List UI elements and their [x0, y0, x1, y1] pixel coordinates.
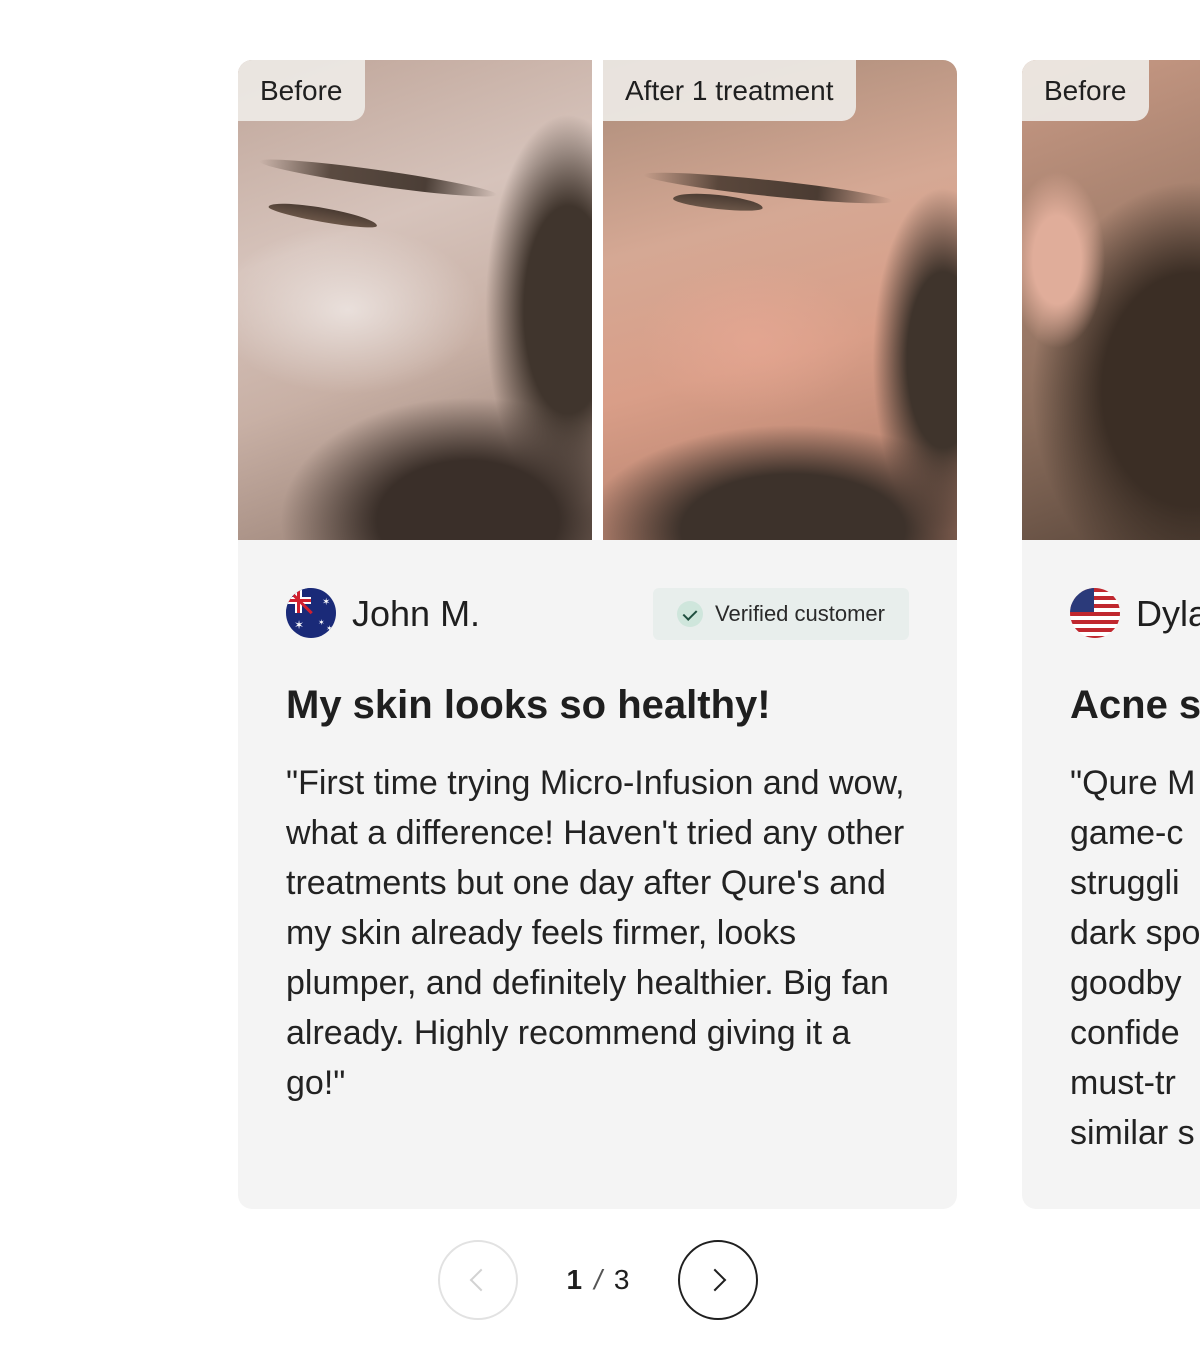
usa-flag-icon [1070, 588, 1120, 638]
review-card: Before After 1 treatment ✶ ✶ ✶ ✶ John M.… [238, 60, 957, 1209]
before-after-photos: Before After 1 treatment [238, 60, 957, 540]
check-icon [677, 601, 704, 627]
review-body-line: dark spo [1070, 914, 1200, 952]
total-pages: 3 [613, 1264, 630, 1295]
carousel-pagination: 1 / 3 [438, 1240, 758, 1320]
review-body: "Qure M game-c struggli dark spo goodby … [1070, 758, 1200, 1158]
testimonial-carousel: Before After 1 treatment ✶ ✶ ✶ ✶ John M.… [0, 0, 1200, 1350]
after-label: After 1 treatment [603, 60, 856, 121]
verified-label: Verified customer [715, 601, 885, 626]
australia-flag-icon: ✶ ✶ ✶ ✶ [286, 588, 336, 638]
reviewer-row: ✶ ✶ ✶ ✶ John M. Verified customer [286, 588, 909, 640]
reviewer-name: John M. [352, 593, 481, 634]
before-label: Before [238, 60, 365, 121]
chevron-right-icon [703, 1268, 727, 1292]
page-separator: / [594, 1264, 602, 1295]
review-body-line: "Qure M [1070, 764, 1196, 802]
after-photo [603, 60, 957, 540]
chevron-left-icon [469, 1268, 493, 1292]
review-body-line: confide [1070, 1014, 1180, 1052]
verified-badge: Verified customer [653, 588, 909, 640]
review-body-line: struggli [1070, 864, 1180, 902]
previous-button[interactable] [438, 1240, 518, 1320]
review-body-line: must-tr [1070, 1064, 1176, 1102]
review-body-line: similar s [1070, 1114, 1195, 1152]
review-body-line: game-c [1070, 814, 1184, 852]
before-after-photos: Before [1022, 60, 1200, 540]
before-photo [1022, 60, 1200, 540]
review-body-line: goodby [1070, 964, 1182, 1002]
review-body: "First time trying Micro-Infusion and wo… [286, 764, 905, 1102]
reviewer-row: Dyla [1070, 588, 1200, 640]
before-label: Before [1022, 60, 1149, 121]
review-title: My skin looks so healthy! [286, 683, 771, 727]
next-button[interactable] [678, 1240, 758, 1320]
before-photo [238, 60, 592, 540]
page-indicator: 1 / 3 [518, 1240, 678, 1320]
review-title: Acne s [1070, 683, 1200, 727]
review-card: Before Dyla Acne s "Qure M game-c strugg… [1022, 60, 1200, 1209]
current-page: 1 [566, 1264, 583, 1295]
reviewer-name: Dyla [1136, 593, 1200, 634]
